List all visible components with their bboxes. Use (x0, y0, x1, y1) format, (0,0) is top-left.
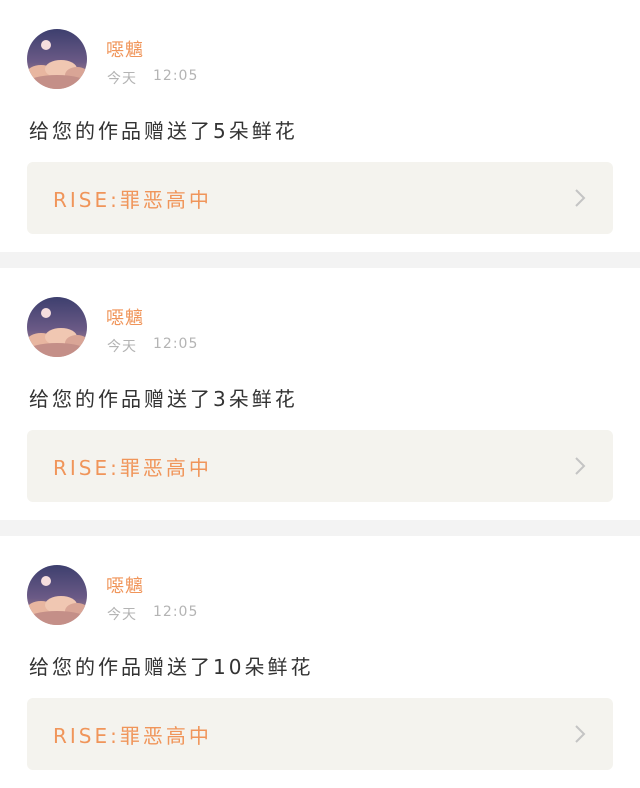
notification-message: 给您的作品赠送了3朵鲜花 (29, 387, 298, 411)
divider (0, 252, 640, 268)
timestamp-time: 12:05 (153, 604, 199, 620)
username[interactable]: 噁魑 (106, 304, 144, 330)
avatar[interactable] (27, 565, 87, 625)
notification-card: 噁魑 今天 12:05 给您的作品赠送了3朵鲜花 RISE:罪恶高中 (0, 268, 640, 520)
username[interactable]: 噁魑 (106, 36, 144, 62)
avatar[interactable] (27, 29, 87, 89)
timestamp-day: 今天 (107, 339, 137, 355)
timestamp: 今天 12:05 (107, 68, 198, 88)
notification-card: 噁魑 今天 12:05 给您的作品赠送了5朵鲜花 RISE:罪恶高中 (0, 0, 640, 252)
work-title: RISE:罪恶高中 (53, 723, 212, 748)
timestamp: 今天 12:05 (107, 336, 198, 356)
timestamp-day: 今天 (107, 71, 137, 87)
chevron-right-icon (575, 725, 586, 743)
avatar[interactable] (27, 297, 87, 357)
notification-message: 给您的作品赠送了10朵鲜花 (29, 655, 314, 679)
timestamp: 今天 12:05 (107, 604, 198, 624)
chevron-right-icon (575, 189, 586, 207)
work-title: RISE:罪恶高中 (53, 455, 212, 480)
divider (0, 520, 640, 536)
notification-feed: 噁魑 今天 12:05 给您的作品赠送了5朵鲜花 RISE:罪恶高中 噁魑 今天… (0, 0, 640, 788)
timestamp-day: 今天 (107, 607, 137, 623)
work-link-button[interactable]: RISE:罪恶高中 (27, 162, 613, 234)
chevron-right-icon (575, 457, 586, 475)
work-link-button[interactable]: RISE:罪恶高中 (27, 430, 613, 502)
work-link-button[interactable]: RISE:罪恶高中 (27, 698, 613, 770)
username[interactable]: 噁魑 (106, 572, 144, 598)
notification-message: 给您的作品赠送了5朵鲜花 (29, 119, 298, 143)
timestamp-time: 12:05 (153, 68, 199, 84)
notification-card: 噁魑 今天 12:05 给您的作品赠送了10朵鲜花 RISE:罪恶高中 (0, 536, 640, 788)
avatar-moon-clouds-icon (27, 565, 87, 625)
timestamp-time: 12:05 (153, 336, 199, 352)
avatar-moon-clouds-icon (27, 29, 87, 89)
avatar-moon-clouds-icon (27, 297, 87, 357)
work-title: RISE:罪恶高中 (53, 187, 212, 212)
